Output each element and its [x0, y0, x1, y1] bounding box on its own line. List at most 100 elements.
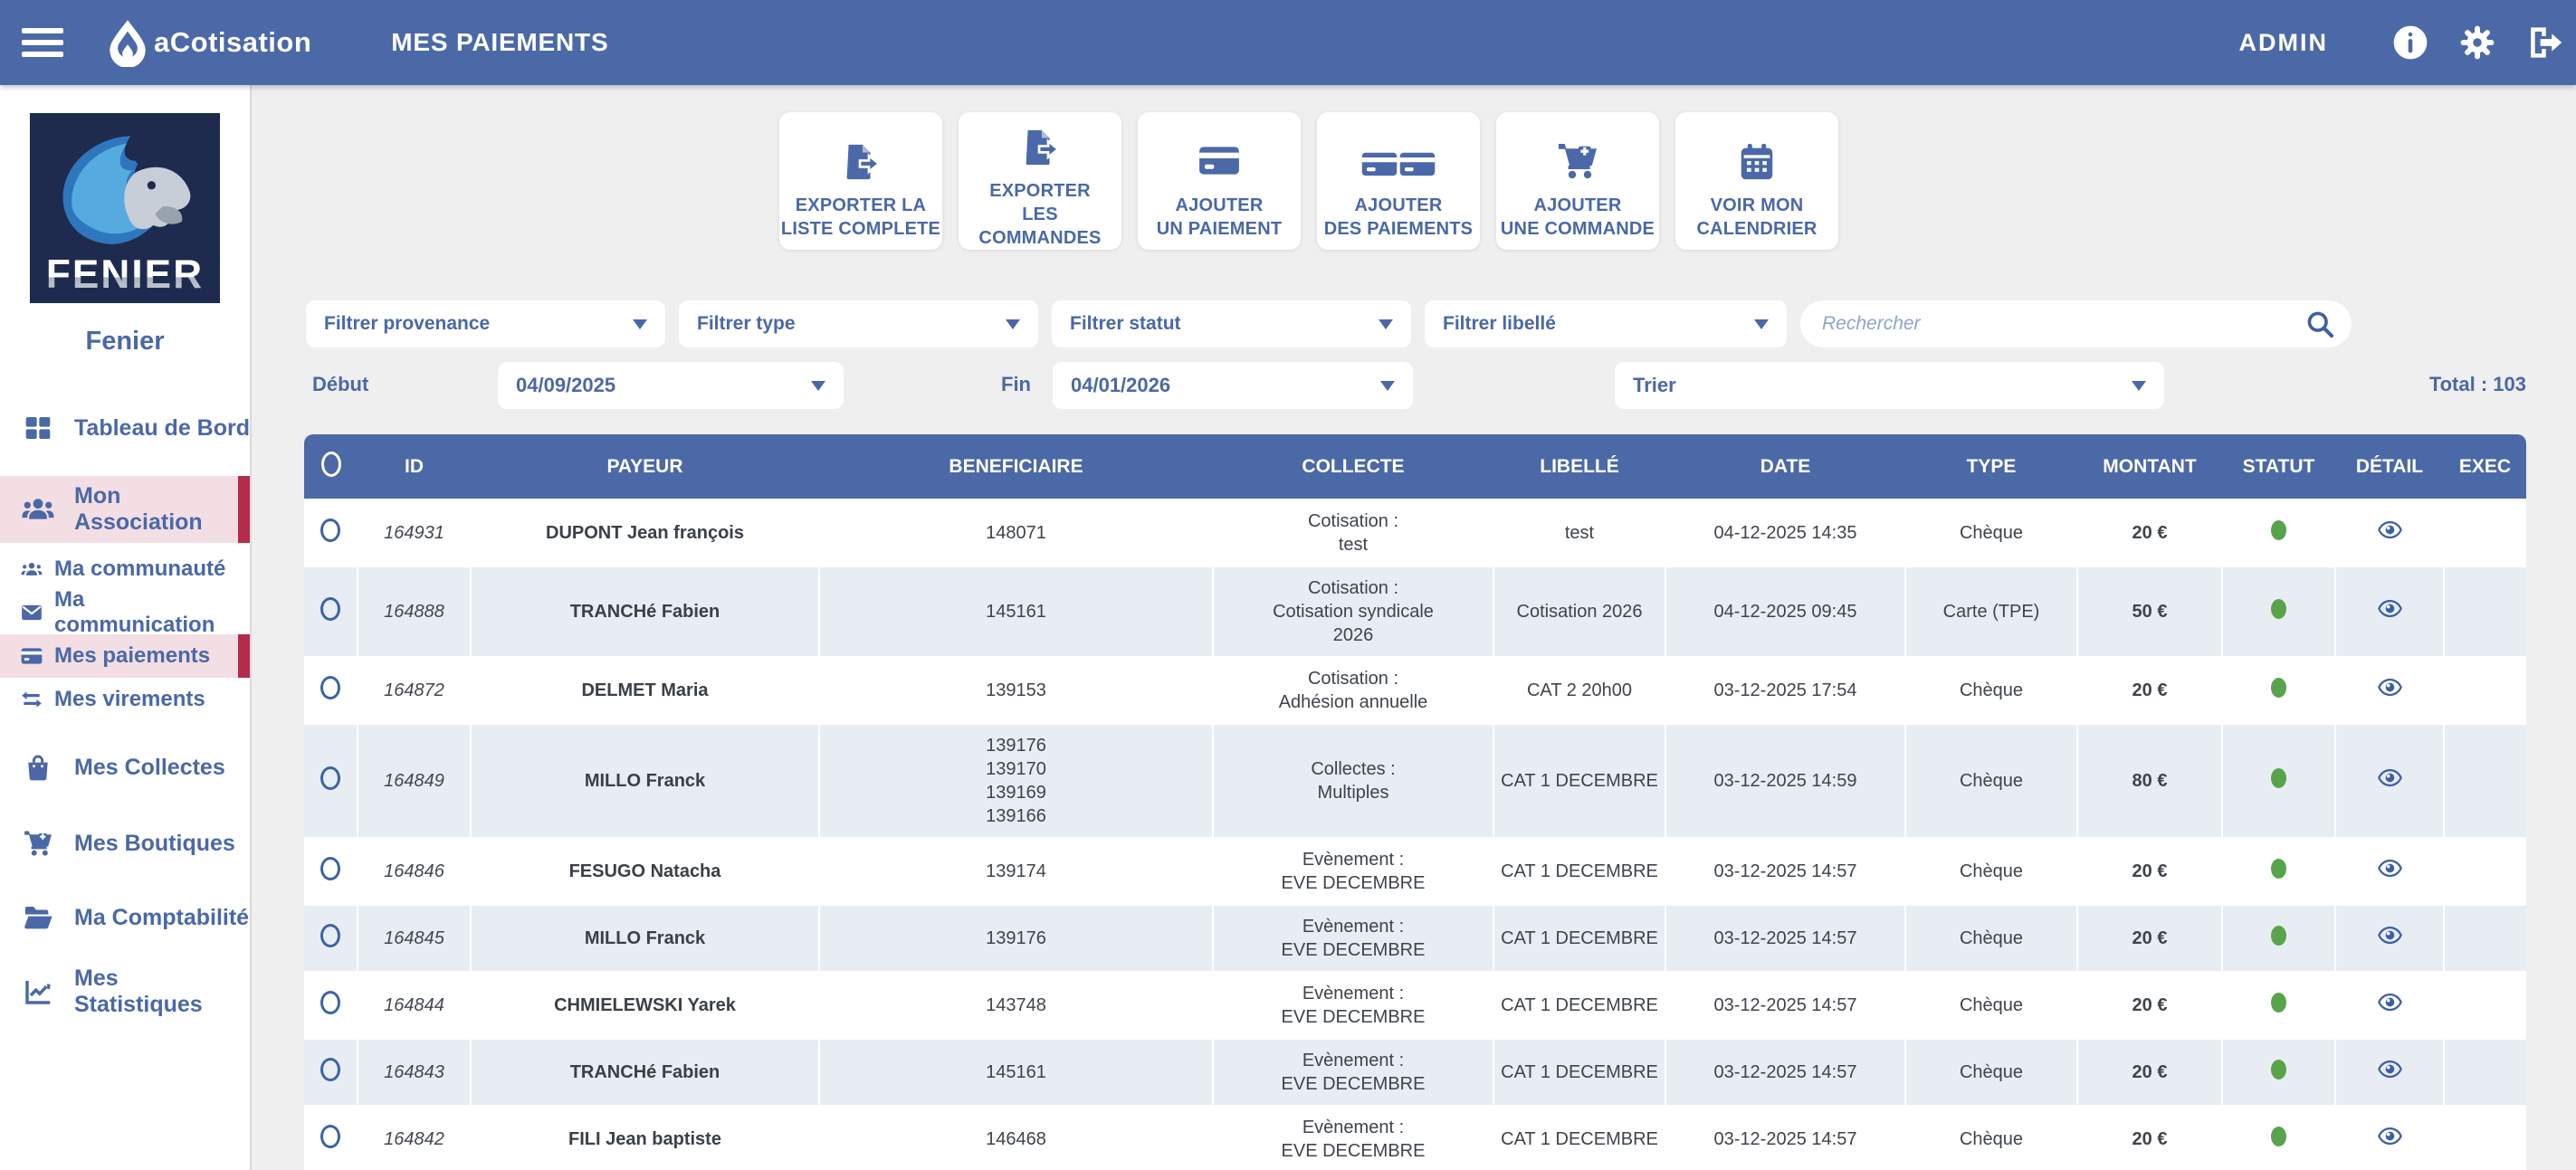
cell-libelle: test — [1493, 499, 1665, 566]
sidebar-item-mes-paiements[interactable]: Mes paiements — [0, 634, 250, 678]
filter-provenance-dropdown[interactable]: Filtrer provenance — [306, 300, 665, 347]
col-beneficiaire: BENEFICIAIRE — [819, 434, 1213, 499]
cart-plus-icon — [20, 828, 56, 859]
table-row: 164872 DELMET Maria 139153 Cotisation : … — [304, 656, 2526, 724]
cell-collecte: Cotisation : Cotisation syndicale 2026 — [1212, 566, 1493, 657]
sidebar-item-mes-collectes[interactable]: Mes Collectes — [0, 741, 250, 794]
row-select-radio[interactable] — [320, 1124, 340, 1148]
add-payments-button[interactable]: AJOUTER DES PAIEMENTS — [1317, 112, 1480, 250]
action-label: EXPORTER LES COMMANDES — [978, 181, 1102, 248]
select-all-radio[interactable] — [320, 451, 341, 477]
cell-date: 03-12-2025 17:54 — [1665, 656, 1905, 724]
export-orders-button[interactable]: EXPORTER LES COMMANDES — [959, 112, 1121, 250]
credit-cards-icon — [1360, 125, 1436, 183]
cell-libelle: CAT 1 DECEMBRE — [1493, 837, 1665, 905]
cell-id: 164931 — [357, 499, 471, 566]
sidebar-item-ma-communication[interactable]: Ma communication — [0, 587, 250, 637]
club-logo-text: FENIER — [46, 252, 204, 297]
club-logo: FENIER — [30, 113, 220, 303]
cell-libelle: CAT 1 DECEMBRE — [1493, 723, 1665, 838]
view-detail-eye-icon[interactable] — [2377, 768, 2402, 787]
trier-dropdown[interactable]: Trier — [1615, 362, 2164, 409]
sidebar-item-mes-boutiques[interactable]: Mes Boutiques — [0, 817, 250, 870]
sidebar-item-label: Mes Collectes — [74, 754, 225, 780]
row-select-radio[interactable] — [320, 675, 340, 699]
row-select-radio[interactable] — [320, 856, 340, 880]
total-count: Total : 103 — [2428, 373, 2526, 395]
col-detail: DÉTAIL — [2335, 434, 2444, 499]
view-detail-eye-icon[interactable] — [2377, 599, 2402, 618]
sidebar-item-mes-statistiques[interactable]: Mes Statistiques — [0, 965, 250, 1018]
sidebar-item-label: Ma communauté — [54, 556, 226, 581]
view-detail-eye-icon[interactable] — [2377, 993, 2402, 1012]
col-libelle: LIBELLÉ — [1493, 434, 1665, 499]
cell-montant: 20 € — [2076, 837, 2222, 905]
info-icon[interactable] — [2391, 24, 2429, 62]
view-detail-eye-icon[interactable] — [2377, 520, 2402, 539]
view-calendar-button[interactable]: VOIR MON CALENDRIER — [1675, 112, 1838, 250]
sidebar-item-tableau-de-bord[interactable]: Tableau de Bord — [0, 402, 250, 454]
filter-type-label: Filtrer type — [697, 313, 796, 334]
cell-payeur: DUPONT Jean françois — [470, 499, 819, 566]
sidebar-item-ma-communaute[interactable]: Ma communauté — [0, 547, 250, 591]
chevron-down-icon — [2132, 380, 2146, 391]
cell-collecte: Evènement : EVE DECEMBRE — [1212, 837, 1493, 905]
view-detail-eye-icon[interactable] — [2377, 859, 2402, 878]
col-payeur: PAYEUR — [471, 434, 819, 499]
row-select-radio[interactable] — [320, 766, 340, 790]
main-content: EXPORTER LA LISTE COMPLETE EXPORTER LES … — [253, 85, 2576, 1170]
status-badge — [2271, 677, 2286, 698]
row-select-radio[interactable] — [320, 1057, 340, 1081]
view-detail-eye-icon[interactable] — [2377, 678, 2402, 697]
app-logo: aCotisation — [103, 18, 311, 67]
filter-libelle-label: Filtrer libellé — [1443, 313, 1556, 334]
logout-icon[interactable] — [2525, 24, 2563, 62]
menu-hamburger-icon[interactable] — [22, 22, 65, 63]
chevron-down-icon — [1006, 319, 1020, 329]
row-select-radio[interactable] — [320, 990, 340, 1014]
search-input[interactable] — [1822, 313, 2304, 335]
cell-collecte: Evènement : EVE DECEMBRE — [1212, 971, 1493, 1039]
sidebar-item-mes-virements[interactable]: Mes virements — [0, 678, 250, 721]
search-icon[interactable] — [2304, 309, 2335, 339]
table-row: 164843 TRANCHé Fabien 145161 Evènement :… — [304, 1038, 2526, 1106]
date-debut-dropdown[interactable]: 04/09/2025 — [498, 362, 844, 409]
status-badge — [2271, 858, 2286, 879]
sidebar-nav: Tableau de Bord Mon Association Ma commu… — [0, 402, 250, 1018]
cell-montant: 50 € — [2076, 566, 2222, 657]
action-label: EXPORTER LA LISTE COMPLETE — [780, 195, 941, 239]
filter-libelle-dropdown[interactable]: Filtrer libellé — [1425, 300, 1787, 347]
view-detail-eye-icon[interactable] — [2377, 1127, 2402, 1146]
row-select-radio[interactable] — [320, 923, 340, 947]
cell-collecte: Evènement : EVE DECEMBRE — [1212, 904, 1493, 972]
export-full-list-button[interactable]: EXPORTER LA LISTE COMPLETE — [779, 112, 942, 250]
row-select-radio[interactable] — [320, 518, 340, 542]
action-label: AJOUTER UN PAIEMENT — [1156, 195, 1283, 239]
gear-icon[interactable] — [2458, 24, 2496, 62]
view-detail-eye-icon[interactable] — [2377, 1060, 2402, 1079]
filter-type-dropdown[interactable]: Filtrer type — [679, 300, 1038, 347]
add-order-button[interactable]: AJOUTER UNE COMMANDE — [1496, 112, 1659, 250]
cell-type: Carte (TPE) — [1904, 566, 2077, 657]
status-badge — [2271, 598, 2286, 619]
row-select-radio[interactable] — [320, 596, 340, 621]
date-fin-dropdown[interactable]: 04/01/2026 — [1053, 362, 1413, 409]
cell-type: Chèque — [1904, 1105, 2077, 1170]
cell-payeur: MILLO Franck — [470, 904, 819, 972]
sidebar-item-mon-association[interactable]: Mon Association — [0, 476, 250, 543]
transfer-icon — [18, 688, 45, 711]
cell-exec — [2443, 566, 2526, 657]
cell-type: Chèque — [1904, 971, 2077, 1039]
cell-beneficiaire: 139176 — [818, 904, 1213, 972]
cell-beneficiaire: 139176 139170 139169 139166 — [818, 723, 1213, 838]
admin-user-label[interactable]: ADMIN — [2239, 29, 2329, 57]
view-detail-eye-icon[interactable] — [2377, 926, 2402, 945]
chevron-down-icon — [1754, 319, 1769, 329]
add-payment-button[interactable]: AJOUTER UN PAIEMENT — [1138, 112, 1301, 250]
fin-label: Fin — [1001, 373, 1031, 395]
credit-card-icon — [1197, 125, 1242, 183]
filter-statut-dropdown[interactable]: Filtrer statut — [1052, 300, 1411, 347]
sidebar-item-label: Ma communication — [54, 587, 215, 637]
table-row: 164888 TRANCHé Fabien 145161 Cotisation … — [304, 566, 2526, 657]
sidebar-item-ma-comptabilite[interactable]: Ma Comptabilité — [0, 891, 250, 944]
